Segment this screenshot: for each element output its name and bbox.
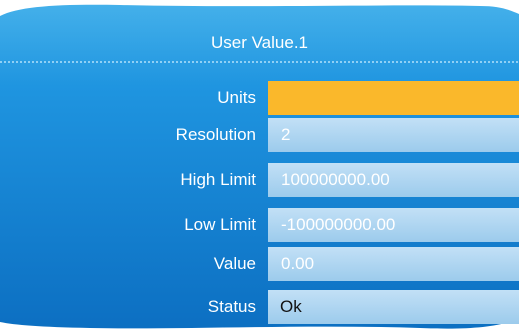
status-label: Status [207, 297, 256, 316]
low-limit-label: Low Limit [184, 215, 256, 234]
units-field[interactable] [268, 81, 519, 115]
resolution-label: Resolution [175, 125, 256, 144]
value-label: Value [213, 254, 256, 273]
high-limit-field[interactable]: 100000000.00 [268, 163, 519, 197]
field-row-high-limit: High Limit 100000000.00 [0, 160, 519, 200]
high-limit-label: High Limit [180, 170, 256, 189]
window-title: User Value.1 [210, 33, 308, 52]
user-value-panel: User Value.1 Units Resolution 2 High Lim… [0, 0, 519, 333]
field-row-status: Status Ok [0, 287, 519, 327]
low-limit-field[interactable]: -100000000.00 [268, 208, 519, 242]
units-label: Units [217, 88, 256, 107]
field-row-value: Value 0.00 [0, 244, 519, 284]
field-row-units: Units [0, 78, 519, 118]
status-field[interactable]: Ok [268, 290, 519, 324]
field-row-low-limit: Low Limit -100000000.00 [0, 205, 519, 245]
field-row-resolution: Resolution 2 [0, 115, 519, 155]
resolution-field[interactable]: 2 [268, 118, 519, 152]
value-field[interactable]: 0.00 [268, 247, 519, 281]
